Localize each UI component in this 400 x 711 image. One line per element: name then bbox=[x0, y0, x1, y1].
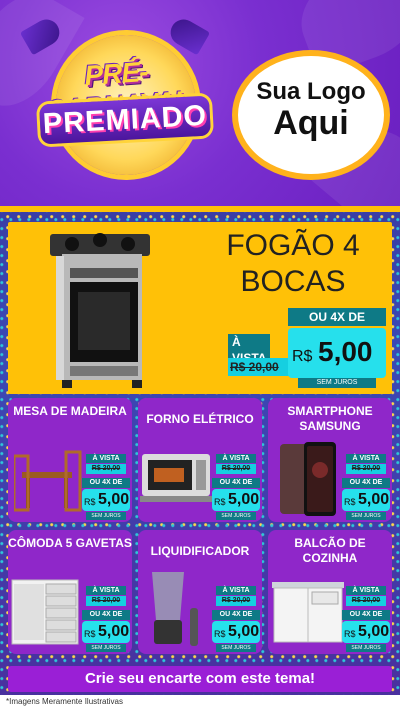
product-name: FORNO ELÉTRICO bbox=[146, 412, 254, 426]
price-value: 5,00 bbox=[318, 336, 373, 367]
old-price-value: R$ 20,00 bbox=[230, 360, 279, 374]
installment-label: OU 4X DE bbox=[82, 610, 130, 620]
price-value: 5,00 bbox=[98, 623, 130, 640]
currency-symbol: R$ bbox=[84, 629, 96, 639]
no-interest-label: SEM JUROS bbox=[216, 512, 256, 520]
old-price-value: R$ 20,00 bbox=[351, 465, 381, 472]
dresser-image bbox=[11, 579, 79, 645]
cash-price-label: À VISTA bbox=[86, 586, 126, 595]
price-value: 5,00 bbox=[358, 623, 390, 640]
stove-image bbox=[50, 233, 150, 388]
logo-text-line-2: Aqui bbox=[273, 104, 349, 142]
wooden-table-image bbox=[14, 450, 82, 512]
cash-price-label: À VISTA bbox=[86, 454, 126, 463]
old-price: R$ 20,00 bbox=[216, 464, 256, 474]
installment-price: R$ 5,00 bbox=[82, 489, 130, 511]
no-interest-label: SEM JUROS bbox=[216, 644, 256, 652]
product-card-blender[interactable]: LIQUIDIFICADOR À VISTA R$ 20,00 OU 4X DE… bbox=[138, 530, 262, 654]
old-price-value: R$ 20,00 bbox=[221, 597, 251, 604]
installment-price: R$ 5,00 bbox=[212, 621, 260, 643]
installment-price: R$ 5,00 bbox=[212, 489, 260, 511]
horn-icon bbox=[165, 14, 211, 56]
smartphone-image bbox=[280, 442, 336, 516]
product-name: BALCÃO DE COZINHA bbox=[294, 536, 366, 565]
kitchen-cabinet-image bbox=[272, 582, 344, 643]
installment-label: OU 4X DE bbox=[342, 610, 390, 620]
installment-label: OU 4X DE bbox=[212, 478, 260, 488]
installment-label: OU 4X DE bbox=[82, 478, 130, 488]
price-value: 5,00 bbox=[228, 623, 260, 640]
cash-price-label: À VISTA bbox=[346, 586, 386, 595]
old-price: R$ 20,00 bbox=[346, 464, 386, 474]
currency-symbol: R$ bbox=[214, 497, 226, 507]
cash-price-label: À VISTA bbox=[346, 454, 386, 463]
old-price-value: R$ 20,00 bbox=[91, 597, 121, 604]
product-card-table[interactable]: MESA DE MADEIRA À VISTA R$ 20,00 OU 4X D… bbox=[8, 398, 132, 522]
cash-price-label: À VISTA bbox=[216, 454, 256, 463]
old-price: R$ 20,00 bbox=[346, 596, 386, 606]
old-price-value: R$ 20,00 bbox=[221, 465, 251, 472]
no-interest-label: SEM JUROS bbox=[298, 378, 376, 388]
header-divider bbox=[0, 206, 400, 212]
featured-product-name: FOGÃO 4 BOCAS bbox=[226, 229, 360, 298]
installment-label: OU 4X DE bbox=[212, 610, 260, 620]
old-price-value: R$ 20,00 bbox=[91, 465, 121, 472]
electric-oven-image bbox=[140, 454, 212, 502]
product-name: MESA DE MADEIRA bbox=[13, 404, 127, 418]
currency-symbol: R$ bbox=[344, 629, 356, 639]
logo-text-line-1: Sua Logo bbox=[256, 78, 366, 105]
installment-price: R$ 5,00 bbox=[342, 489, 390, 511]
installment-label: OU 4X DE bbox=[288, 308, 386, 326]
installment-price: R$ 5,00 bbox=[288, 328, 386, 378]
no-interest-label: SEM JUROS bbox=[86, 644, 126, 652]
product-card-kitchen-cabinet[interactable]: BALCÃO DE COZINHA À VISTA R$ 20,00 OU 4X… bbox=[268, 530, 392, 654]
product-card-oven[interactable]: FORNO ELÉTRICO À VISTA R$ 20,00 OU 4X DE… bbox=[138, 398, 262, 522]
disclaimer-text: *Imagens Meramente Ilustrativas bbox=[6, 697, 123, 706]
product-card-smartphone[interactable]: SMARTPHONE SAMSUNG À VISTA R$ 20,00 OU 4… bbox=[268, 398, 392, 522]
old-price-value: R$ 20,00 bbox=[351, 597, 381, 604]
currency-symbol: R$ bbox=[214, 629, 226, 639]
price-value: 5,00 bbox=[358, 491, 390, 508]
currency-symbol: R$ bbox=[292, 348, 313, 365]
installment-label: OU 4X DE bbox=[342, 478, 390, 488]
product-name: CÔMODA 5 GAVETAS bbox=[8, 536, 132, 550]
no-interest-label: SEM JUROS bbox=[346, 512, 386, 520]
flyer-page: PRÉ-CARNAVAL PREMIADO Sua Logo Aqui FOGÃ… bbox=[0, 0, 400, 711]
cash-price-label: À VISTA bbox=[216, 586, 256, 595]
product-name: SMARTPHONE SAMSUNG bbox=[287, 404, 373, 433]
header-banner: PRÉ-CARNAVAL PREMIADO Sua Logo Aqui bbox=[0, 0, 400, 208]
old-price: R$ 20,00 bbox=[216, 596, 256, 606]
product-name: LIQUIDIFICADOR bbox=[150, 544, 250, 558]
blender-image bbox=[152, 572, 198, 646]
price-value: 5,00 bbox=[98, 491, 130, 508]
old-price: R$ 20,00 bbox=[86, 596, 126, 606]
disclaimer-bar: *Imagens Meramente Ilustrativas bbox=[0, 695, 400, 711]
installment-price: R$ 5,00 bbox=[342, 621, 390, 643]
cta-text: Crie seu encarte com este tema! bbox=[84, 670, 316, 687]
product-card-dresser[interactable]: CÔMODA 5 GAVETAS À VISTA R$ 20,00 OU 4X … bbox=[8, 530, 132, 654]
no-interest-label: SEM JUROS bbox=[346, 644, 386, 652]
no-interest-label: SEM JUROS bbox=[86, 512, 126, 520]
old-price: R$ 20,00 bbox=[86, 464, 126, 474]
price-value: 5,00 bbox=[228, 491, 260, 508]
currency-symbol: R$ bbox=[84, 497, 96, 507]
old-price: R$ 20,00 bbox=[228, 358, 294, 376]
currency-symbol: R$ bbox=[344, 497, 356, 507]
installment-price: R$ 5,00 bbox=[82, 621, 130, 643]
